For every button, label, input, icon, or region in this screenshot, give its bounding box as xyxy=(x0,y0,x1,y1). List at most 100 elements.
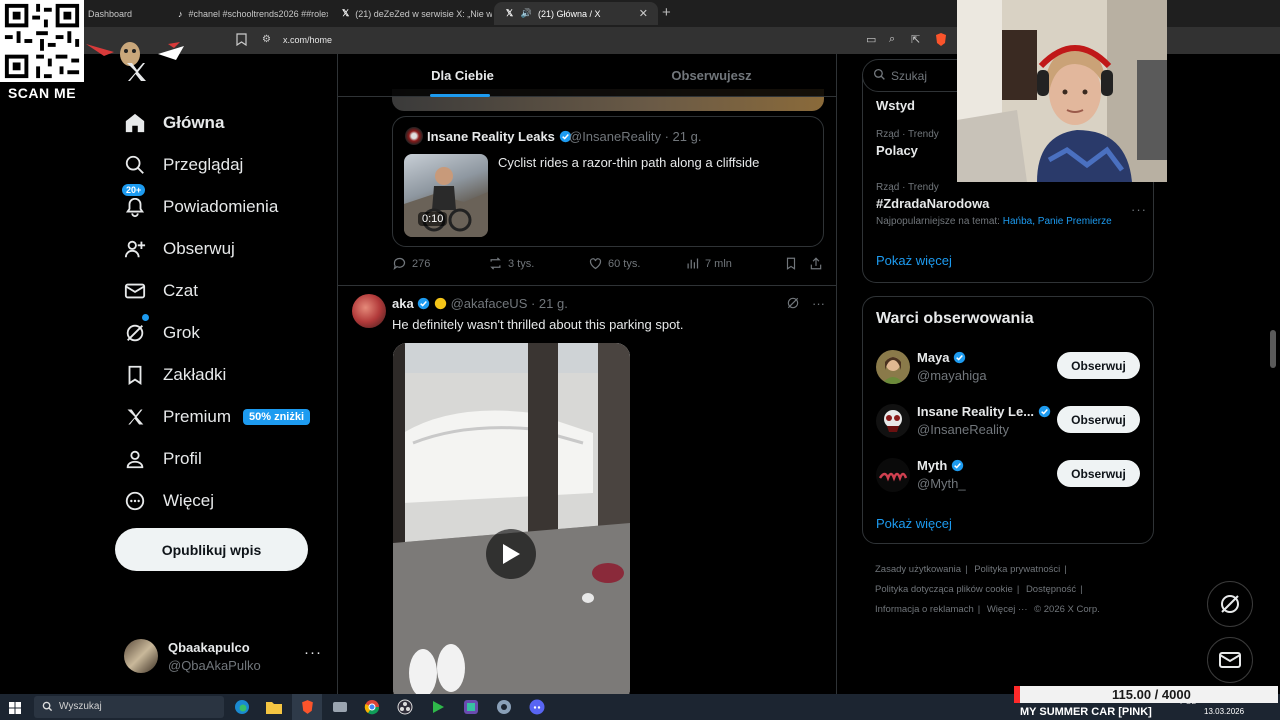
windows-start-icon[interactable] xyxy=(9,701,21,719)
avatar xyxy=(124,639,158,673)
repost-button[interactable]: 3 tys. xyxy=(488,256,534,271)
url-field[interactable]: x.com/home xyxy=(283,35,332,45)
nav-item-grok[interactable]: Grok xyxy=(118,312,200,354)
tab-dezezed[interactable]: 𝕏 (21) deZeZed w serwisie X: „Nie wier xyxy=(332,2,492,25)
share-button[interactable] xyxy=(809,256,823,271)
tab-following[interactable]: Obserwujesz xyxy=(587,54,836,97)
copyright: © 2026 X Corp. xyxy=(1034,604,1100,615)
share-icon[interactable]: ⇱ xyxy=(911,33,920,46)
grok-icon[interactable] xyxy=(786,296,800,310)
reply-button[interactable]: 276 xyxy=(392,256,430,271)
tweet-video[interactable] xyxy=(393,343,630,694)
follow-suggestion[interactable]: Maya @mayahiga Obserwuj xyxy=(876,348,1142,388)
brave-icon[interactable] xyxy=(297,697,317,717)
bookmark-icon xyxy=(786,257,796,270)
footer-link[interactable]: Zasady użytkowania xyxy=(875,564,961,575)
quoted-author-name: Insane Reality Leaks xyxy=(427,129,572,144)
account-switcher[interactable]: Qbaakapulco @QbaAkaPulko ··· xyxy=(124,638,324,674)
suggestion-name: Maya xyxy=(917,350,966,365)
video-thumbnail[interactable]: 0:10 xyxy=(404,154,488,237)
grok-floating-button[interactable] xyxy=(1207,581,1253,627)
envelope-icon xyxy=(118,274,152,308)
footer-link[interactable]: Więcej ··· xyxy=(987,604,1028,615)
taskbar-search[interactable]: Wyszukaj xyxy=(34,696,224,718)
trend-item[interactable]: Rząd · Trendy Polacy xyxy=(876,129,939,158)
author-name[interactable]: aka xyxy=(392,296,414,311)
nav-item-home[interactable]: Główna xyxy=(118,102,224,144)
zoom-icon[interactable]: ⌕ xyxy=(889,33,895,46)
app-icon[interactable] xyxy=(494,697,514,717)
file-explorer-icon[interactable] xyxy=(264,697,284,717)
person-plus-icon xyxy=(118,232,152,266)
follow-button[interactable]: Obserwuj xyxy=(1057,460,1140,487)
footer-link[interactable]: Polityka dotycząca plików cookie xyxy=(875,584,1013,595)
app-icon[interactable] xyxy=(330,697,350,717)
scrollbar-thumb[interactable] xyxy=(1270,330,1276,368)
tab-glowna[interactable]: 𝕏 🔊 (21) Główna / X ✕ xyxy=(494,2,658,25)
chrome-icon[interactable] xyxy=(362,697,382,717)
account-name: Myth xyxy=(917,458,948,473)
trends-show-more-link[interactable]: Pokaż więcej xyxy=(876,253,952,268)
nav-item-profile[interactable]: Profil xyxy=(118,438,202,480)
qr-code xyxy=(0,0,84,82)
tab-tiktok[interactable]: ♪ #chanel #schooltrends2026 ##rolex xyxy=(168,2,328,25)
nav-item-explore[interactable]: Przeglądaj xyxy=(118,144,243,186)
nav-item-chat[interactable]: Czat xyxy=(118,270,198,312)
nav-item-bookmarks[interactable]: Zakładki xyxy=(118,354,226,396)
follow-button[interactable]: Obserwuj xyxy=(1057,406,1140,433)
taskbar-search-label: Wyszukaj xyxy=(59,701,102,712)
tiktok-icon: ♪ xyxy=(178,8,183,19)
nav-item-follow[interactable]: Obserwuj xyxy=(118,228,235,270)
footer-separator: | xyxy=(965,564,968,575)
more-icon[interactable]: ··· xyxy=(304,644,322,661)
trend-item[interactable]: Wstyd xyxy=(876,95,915,113)
follow-suggestion[interactable]: Myth @Myth_ Obserwuj xyxy=(876,456,1142,496)
cast-icon[interactable]: ▭ xyxy=(866,33,876,46)
person-icon xyxy=(118,442,152,476)
views-button[interactable]: 7 mln xyxy=(685,256,732,271)
nav-item-premium[interactable]: Premium 50% zniżki xyxy=(118,396,311,438)
verified-badge-icon xyxy=(951,459,964,472)
footer-link[interactable]: Polityka prywatności xyxy=(974,564,1060,575)
follow-show-more-link[interactable]: Pokaż więcej xyxy=(876,516,952,531)
trend-item[interactable]: Rząd · Trendy #ZdradaNarodowa Najpopular… xyxy=(876,182,1112,227)
follow-button[interactable]: Obserwuj xyxy=(1057,352,1140,379)
account-name: Maya xyxy=(917,350,950,365)
trend-context-links[interactable]: Hańba, Panie Premierze xyxy=(1003,216,1112,227)
suggestion-name: Myth xyxy=(917,458,964,473)
obs-icon[interactable] xyxy=(395,697,415,717)
discord-icon[interactable] xyxy=(527,697,547,717)
new-tab-icon[interactable]: + xyxy=(662,4,671,21)
more-icon[interactable]: ··· xyxy=(1131,202,1147,217)
bell-icon: 20+ xyxy=(118,182,152,224)
close-tab-icon[interactable]: ✕ xyxy=(639,7,648,20)
tab-dashboard[interactable]: Dashboard xyxy=(78,2,170,25)
timeline-tabs: Dla Ciebie Obserwujesz xyxy=(338,54,836,97)
brave-shield-icon[interactable] xyxy=(934,32,948,50)
footer-link[interactable]: Dostępność xyxy=(1026,584,1076,595)
nav-item-notifications[interactable]: 20+ Powiadomienia xyxy=(118,182,278,228)
app-icon[interactable] xyxy=(461,697,481,717)
bookmark-page-icon[interactable] xyxy=(236,33,247,49)
edge-icon[interactable] xyxy=(232,697,252,717)
author-handle: @akafaceUS · 21 g. xyxy=(450,296,568,311)
bookmark-button[interactable] xyxy=(784,256,798,271)
nav-item-more[interactable]: Więcej xyxy=(118,480,214,522)
x-logo-icon[interactable] xyxy=(121,60,151,90)
site-settings-icon[interactable]: ⚙ xyxy=(262,34,271,45)
follow-suggestion[interactable]: Insane Reality Le... @InsaneReality Obse… xyxy=(876,402,1142,442)
messages-floating-button[interactable] xyxy=(1207,637,1253,683)
play-button[interactable] xyxy=(486,529,536,579)
quoted-tweet[interactable]: Insane Reality Leaks @InsaneReality · 21… xyxy=(392,116,824,247)
game-icon[interactable] xyxy=(428,697,448,717)
like-button[interactable]: 60 tys. xyxy=(588,256,640,271)
footer-link[interactable]: Informacja o reklamach xyxy=(875,604,974,615)
post-button[interactable]: Opublikuj wpis xyxy=(115,528,308,571)
author-name: Insane Reality Leaks xyxy=(427,129,555,144)
trend-name: Polacy xyxy=(876,143,918,158)
tab-for-you[interactable]: Dla Ciebie xyxy=(338,54,587,97)
account-name: Qbaakapulco xyxy=(168,640,250,655)
more-icon[interactable]: ··· xyxy=(812,296,825,311)
avatar[interactable] xyxy=(352,294,386,328)
suggestion-handle: @mayahiga xyxy=(917,368,987,383)
